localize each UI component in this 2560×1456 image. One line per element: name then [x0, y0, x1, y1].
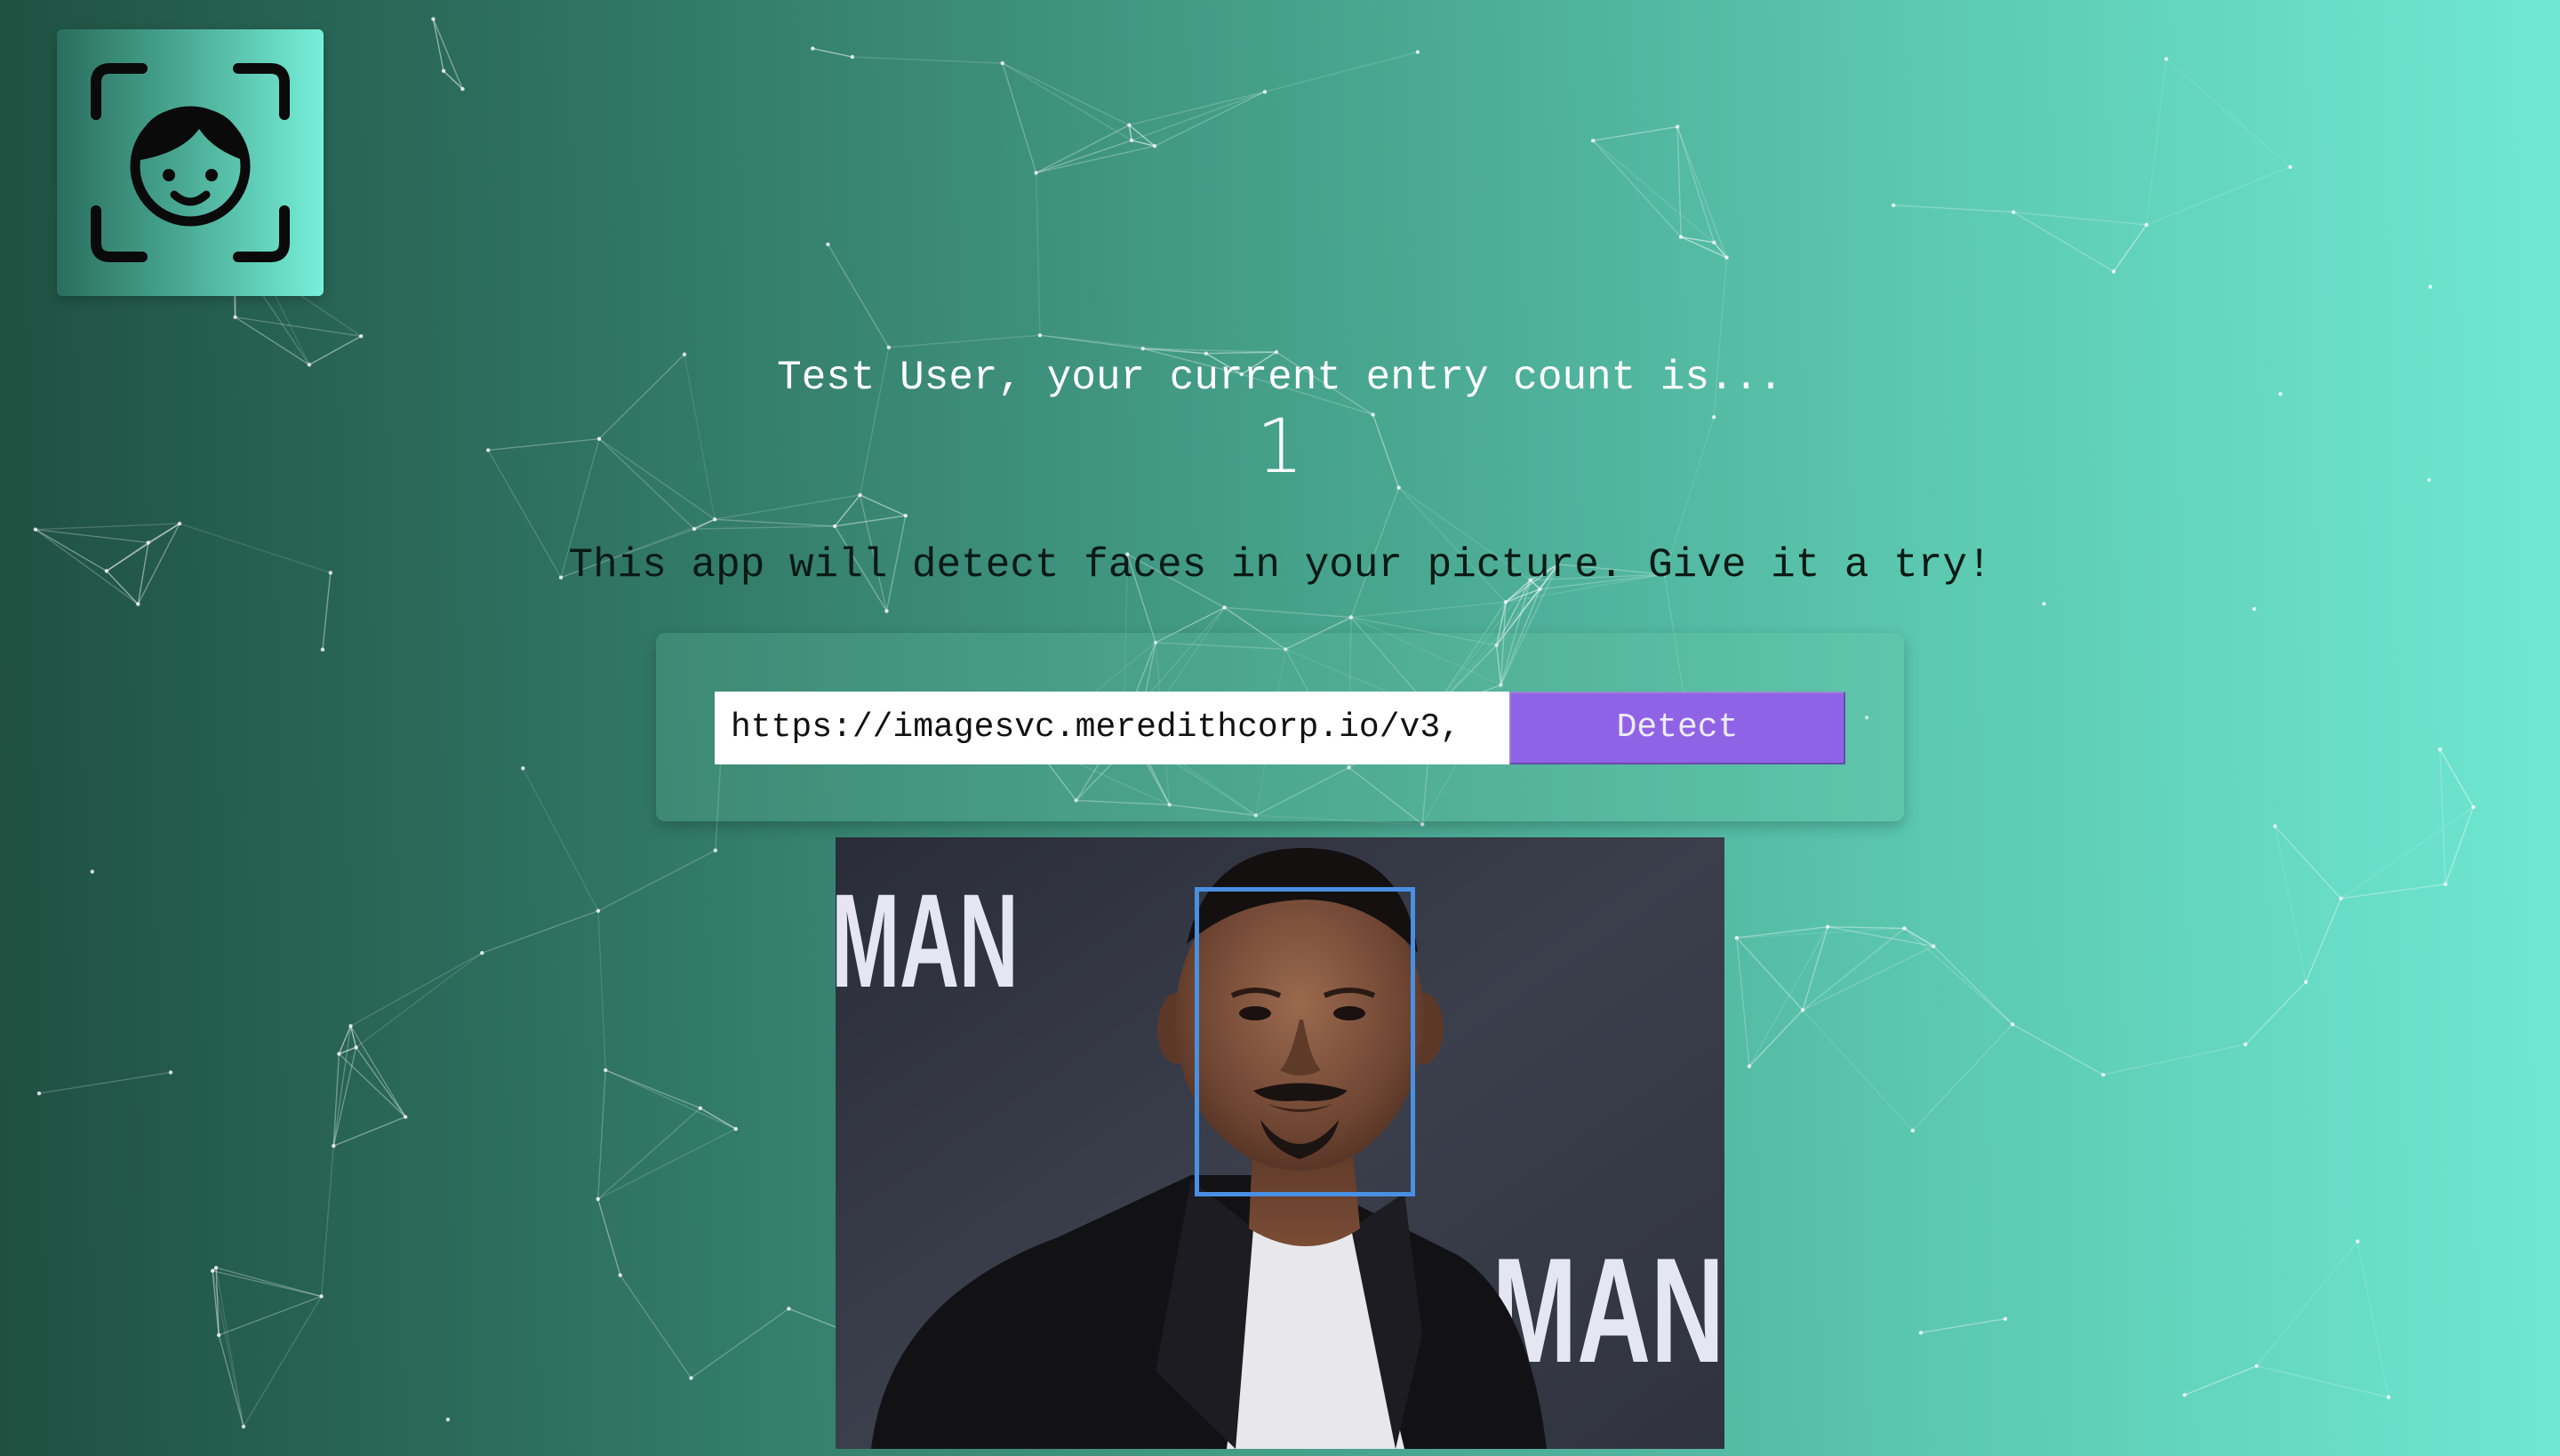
app-logo[interactable] — [57, 29, 324, 296]
background-poster-text-left: MAN — [836, 867, 1019, 1015]
app-description: This app will detect faces in your pictu… — [568, 542, 1992, 588]
face-scan-icon — [91, 63, 290, 262]
image-url-input[interactable] — [715, 692, 1509, 764]
detected-face-box — [1195, 887, 1415, 1196]
detect-button[interactable]: Detect — [1509, 692, 1845, 764]
entry-count-value: 1 — [1256, 403, 1304, 490]
entry-count-greeting: Test User, your current entry count is..… — [777, 355, 1783, 401]
